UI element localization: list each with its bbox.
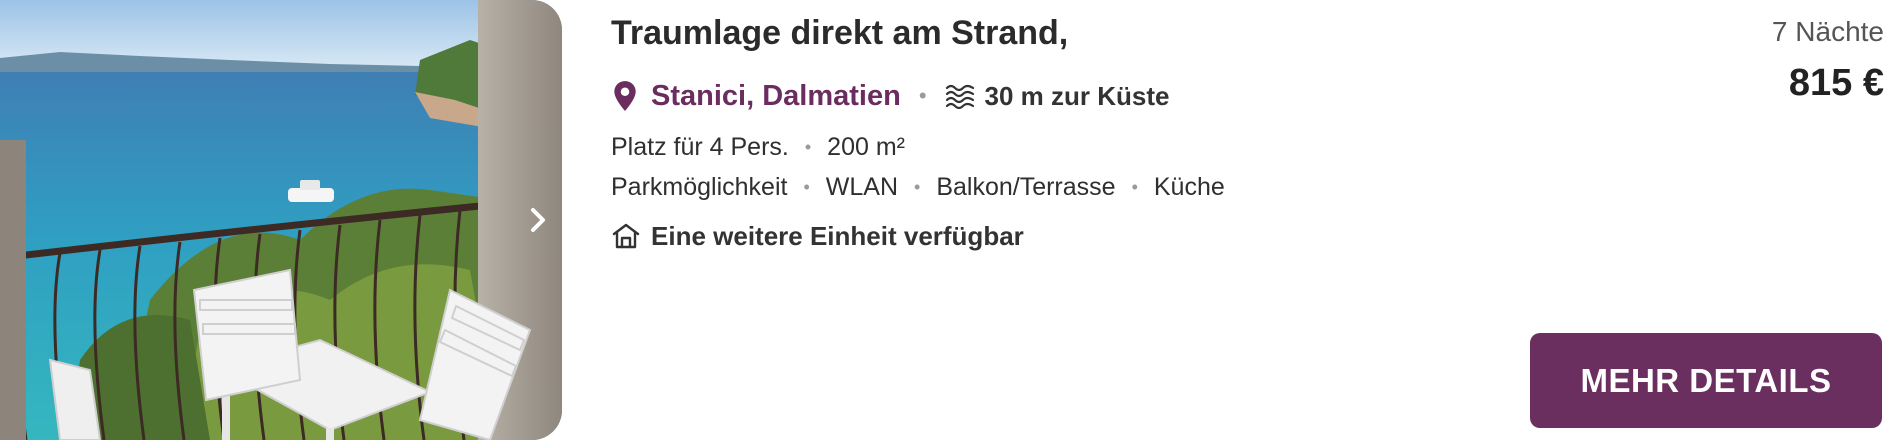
separator-dot: • [803, 177, 810, 197]
listing-card: Traumlage direkt am Strand, Stanici, Dal… [0, 0, 1898, 440]
listing-title[interactable]: Traumlage direkt am Strand, [611, 14, 1068, 53]
location-text[interactable]: Stanici, Dalmatien [651, 80, 901, 113]
nights-label: 7 Nächte [1771, 16, 1884, 47]
house-icon [612, 223, 640, 249]
coast-distance: 30 m zur Küste [984, 80, 1170, 111]
amenities-row: Parkmöglichkeit • WLAN • Balkon/Terrasse… [611, 170, 1225, 204]
amenity-item: Parkmöglichkeit [611, 172, 788, 201]
more-details-button[interactable]: MEHR DETAILS [1530, 333, 1882, 428]
availability-row: Eine weitere Einheit verfügbar [611, 218, 1024, 254]
amenity-item: Küche [1153, 172, 1225, 201]
capacity-text: Platz für 4 Pers. [611, 132, 789, 161]
next-photo-button[interactable] [520, 202, 556, 238]
waves-icon [945, 84, 974, 109]
separator-dot: • [804, 137, 812, 157]
listing-photo[interactable] [0, 0, 562, 440]
separator-dot: • [914, 177, 921, 197]
price-amount: 815 € [1788, 62, 1884, 104]
chevron-right-icon [531, 208, 545, 232]
area-text: 200 m² [827, 132, 905, 161]
availability-text: Eine weitere Einheit verfügbar [651, 220, 1024, 251]
capacity-row: Platz für 4 Pers. • 200 m² [611, 130, 905, 164]
amenity-item: Balkon/Terrasse [936, 172, 1116, 201]
map-pin-icon [614, 81, 636, 111]
balcony-sea-view-image [0, 0, 562, 440]
amenity-item: WLAN [825, 172, 898, 201]
separator-dot: • [1131, 177, 1138, 197]
location-row: Stanici, Dalmatien • 30 m zur Küste [611, 76, 1169, 116]
separator-dot: • [918, 83, 927, 108]
